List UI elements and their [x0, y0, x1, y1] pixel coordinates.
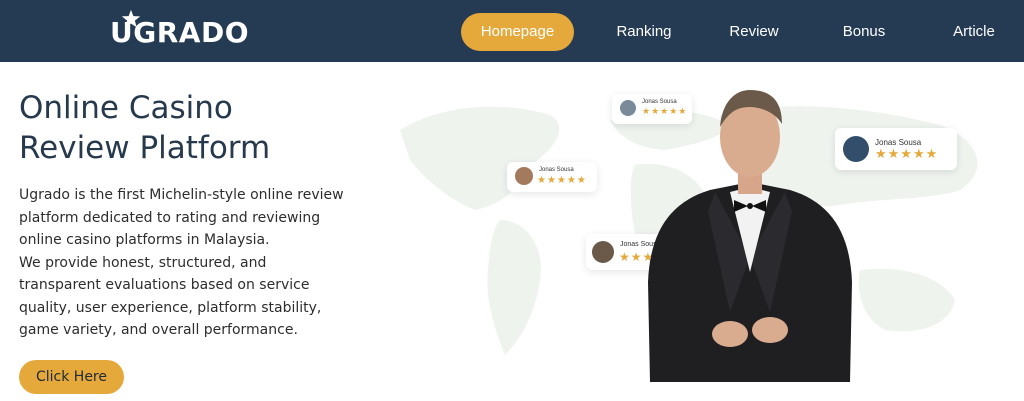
nav-item-bonus[interactable]: Bonus: [824, 13, 904, 51]
hero-description-line: online casino platforms in Malaysia.: [19, 232, 270, 248]
reviewer-name: Jonas Sousa: [875, 138, 922, 147]
nav-item-review[interactable]: Review: [714, 13, 794, 51]
nav-item-article[interactable]: Article: [929, 13, 1019, 51]
brand-logo[interactable]: UGRADO: [110, 9, 249, 54]
top-navbar: UGRADO Homepage Ranking Review Bonus Art…: [0, 0, 1024, 62]
hero-description-line: transparent evaluations based on service: [19, 277, 310, 293]
hero-description-line: game variety, and overall performance.: [19, 322, 298, 338]
hero-description-line: We provide honest, structured, and: [19, 254, 267, 271]
avatar: [592, 241, 614, 263]
rating-stars: ★★★★★: [537, 175, 587, 186]
hero-title-line-2: Review Platform: [19, 130, 271, 166]
hero-description: Ugrado is the first Michelin-style onlin…: [19, 184, 359, 342]
man-in-tuxedo-image: [648, 90, 852, 382]
rating-stars: ★★★★★: [875, 147, 939, 162]
hero-description-line: platform dedicated to rating and reviewi…: [19, 209, 321, 226]
hero-title: Online Casino Review Platform: [19, 88, 359, 168]
hero-title-line-1: Online Casino: [19, 90, 233, 126]
click-here-button[interactable]: Click Here: [19, 360, 124, 394]
nav-item-ranking[interactable]: Ranking: [599, 13, 689, 51]
hero-description-line: Ugrado is the first Michelin-style onlin…: [19, 187, 344, 203]
reviewer-name: Jonas Sousa: [539, 167, 574, 173]
star-icon: [121, 9, 141, 28]
review-card: Jonas Sousa ★★★★★: [507, 162, 597, 192]
nav-item-homepage[interactable]: Homepage: [461, 13, 574, 51]
hero-description-line: quality, user experience, platform stabi…: [19, 299, 322, 316]
avatar: [515, 167, 533, 185]
